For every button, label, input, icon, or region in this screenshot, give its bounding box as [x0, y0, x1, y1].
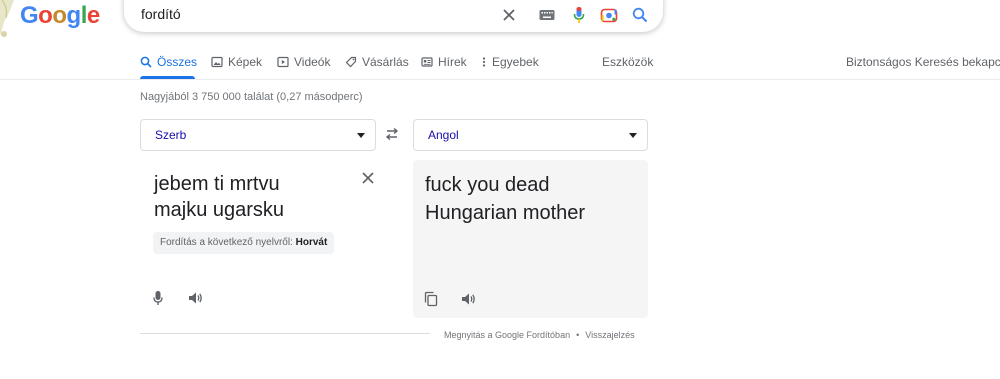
- close-icon[interactable]: [498, 4, 520, 26]
- tab-videos[interactable]: Videók: [277, 55, 330, 69]
- target-language-select[interactable]: Angol: [413, 119, 648, 151]
- safesearch-toggle[interactable]: Biztonságos Keresés bekapcsolva: [846, 55, 1000, 69]
- image-icon: [211, 56, 223, 68]
- clear-text-icon[interactable]: [361, 171, 375, 185]
- footer-divider: [140, 333, 430, 334]
- search-box[interactable]: fordító: [124, 0, 663, 32]
- tab-all[interactable]: Összes: [140, 55, 197, 69]
- target-language-label: Angol: [428, 128, 459, 142]
- source-text-panel: jebem ti mrtvu majku ugarsku Fordítás a …: [140, 160, 376, 318]
- translation-output-text: fuck you dead Hungarian mother: [425, 174, 586, 224]
- feedback-link[interactable]: Visszajelzés: [585, 330, 634, 340]
- tools-button[interactable]: Eszközök: [602, 55, 653, 69]
- microphone-icon[interactable]: [568, 4, 590, 26]
- lens-camera-icon[interactable]: [598, 4, 620, 26]
- keyboard-icon[interactable]: [536, 4, 558, 26]
- news-icon: [421, 57, 433, 67]
- tab-news[interactable]: Hírek: [421, 55, 467, 69]
- detected-language-chip[interactable]: Fordítás a következő nyelvről: Horvát: [153, 232, 335, 254]
- tab-more[interactable]: Egyebek: [481, 55, 539, 69]
- more-vertical-icon: [482, 57, 486, 67]
- translator-footer: Megnyitás a Google Fordítóban • Visszajelz…: [444, 330, 635, 340]
- tag-icon: [345, 56, 357, 68]
- copy-icon[interactable]: [422, 290, 440, 308]
- speaker-icon[interactable]: [459, 290, 477, 308]
- chevron-down-icon: [629, 133, 637, 138]
- result-stats: Nagyjából 3 750 000 találat (0,27 másodp…: [140, 91, 363, 103]
- search-input[interactable]: fordító: [141, 6, 181, 22]
- google-logo[interactable]: Google: [20, 2, 100, 30]
- translation-output-panel: fuck you dead Hungarian mother: [413, 160, 648, 318]
- tabs-divider: [0, 79, 1000, 80]
- speaker-icon[interactable]: [186, 289, 204, 307]
- search-icon[interactable]: [629, 4, 651, 26]
- source-language-select[interactable]: Szerb: [140, 119, 376, 151]
- swap-languages-icon[interactable]: [384, 126, 400, 142]
- microphone-icon[interactable]: [149, 289, 167, 307]
- tab-shopping[interactable]: Vásárlás: [345, 55, 409, 69]
- video-icon: [277, 56, 289, 68]
- footer-separator: •: [576, 330, 580, 340]
- chevron-down-icon: [357, 133, 365, 138]
- open-in-translate-link[interactable]: Megnyitás a Google Fordítóban: [444, 330, 570, 340]
- source-text-input[interactable]: jebem ti mrtvu majku ugarsku: [154, 171, 354, 223]
- search-icon: [140, 56, 152, 68]
- tab-images[interactable]: Képek: [211, 55, 262, 69]
- source-language-label: Szerb: [155, 128, 187, 142]
